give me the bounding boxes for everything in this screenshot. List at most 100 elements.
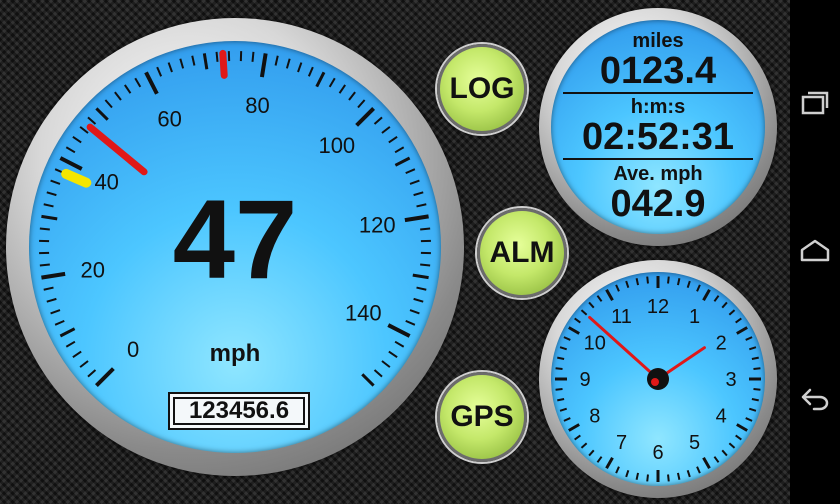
speedometer-tick bbox=[87, 369, 97, 378]
recent-apps-icon[interactable] bbox=[800, 88, 830, 118]
speedometer-tick bbox=[134, 77, 142, 88]
clock-number: 8 bbox=[589, 406, 600, 428]
clock-tick bbox=[667, 474, 670, 482]
clock-tick bbox=[596, 295, 603, 302]
clock-tick bbox=[580, 309, 588, 316]
speedometer-tick bbox=[387, 323, 411, 338]
speedometer-tick bbox=[412, 273, 429, 280]
speedometer-tick bbox=[46, 297, 57, 303]
clock-tick bbox=[555, 367, 563, 370]
clock-tick bbox=[563, 417, 571, 422]
speedometer-tick bbox=[95, 107, 109, 121]
clock-tick bbox=[748, 346, 757, 351]
speedometer-tick bbox=[381, 126, 391, 134]
speedometer-tick bbox=[191, 55, 196, 66]
speedometer-tick bbox=[420, 227, 431, 231]
speedometer-scale-label: 60 bbox=[157, 107, 181, 132]
clock-number: 5 bbox=[689, 432, 700, 454]
trip-computer-gauge: miles 0123.4 h:m:s 02:52:31 Ave. mph 042… bbox=[539, 8, 777, 246]
clock-tick bbox=[559, 346, 568, 351]
speedometer-tick bbox=[348, 91, 356, 101]
clock-number: 7 bbox=[616, 432, 627, 454]
clock-tick bbox=[635, 472, 640, 480]
clock-tick bbox=[555, 388, 563, 391]
clock-tick bbox=[557, 397, 565, 402]
clock-tick bbox=[625, 280, 630, 289]
speedometer-tick bbox=[416, 203, 427, 208]
clock-number: 12 bbox=[647, 296, 669, 318]
speedometer-tick bbox=[114, 91, 122, 101]
speedometer-tick bbox=[87, 116, 97, 125]
clock-tick bbox=[667, 276, 670, 284]
speedometer-scale-label: 140 bbox=[345, 300, 382, 325]
speedometer-tick bbox=[202, 53, 209, 70]
speedometer-tick bbox=[405, 168, 416, 175]
clock-tick bbox=[736, 423, 748, 432]
average-speed-marker bbox=[61, 168, 92, 188]
clock-tick bbox=[745, 336, 753, 341]
speedometer-tick bbox=[79, 360, 89, 368]
clock-number: 3 bbox=[725, 369, 736, 391]
clock-tick bbox=[748, 407, 757, 412]
clock-tick bbox=[559, 407, 568, 412]
speedometer-tick bbox=[124, 84, 132, 94]
clock-tick bbox=[696, 284, 701, 292]
back-icon[interactable] bbox=[800, 384, 830, 414]
speedometer-tick bbox=[251, 51, 255, 62]
clock-tick bbox=[745, 417, 753, 422]
clock-tick bbox=[728, 442, 736, 449]
clock-tick bbox=[751, 356, 759, 361]
speedometer-tick bbox=[46, 191, 57, 197]
speedometer-tick bbox=[315, 71, 326, 88]
speedometer-tick bbox=[404, 214, 429, 223]
clock-tick bbox=[702, 457, 711, 469]
max-speed-marker bbox=[219, 49, 228, 79]
speedometer-tick bbox=[285, 58, 291, 69]
clock-tick bbox=[753, 388, 761, 391]
speedometer-tick bbox=[413, 297, 424, 303]
clock-tick bbox=[596, 456, 603, 463]
speedometer-tick bbox=[355, 106, 376, 127]
speedometer-tick bbox=[357, 99, 366, 109]
clock-center-hub bbox=[647, 368, 669, 390]
odometer-display: 123456.6 bbox=[168, 392, 310, 430]
clock-tick bbox=[557, 356, 565, 361]
speedometer-tick bbox=[328, 77, 336, 88]
speedometer-tick bbox=[420, 263, 431, 267]
speedometer-tick bbox=[405, 319, 416, 326]
speedometer-tick bbox=[94, 367, 115, 388]
home-icon[interactable] bbox=[800, 236, 830, 266]
clock-tick bbox=[676, 472, 681, 480]
clock-number: 2 bbox=[716, 333, 727, 355]
speedometer-tick bbox=[409, 179, 420, 185]
speedometer-tick bbox=[394, 340, 405, 348]
average-speed-value: 042.9 bbox=[610, 183, 706, 225]
speedometer-scale-label: 20 bbox=[81, 258, 105, 283]
speedometer-tick bbox=[179, 58, 185, 69]
speedometer-scale-label: 120 bbox=[359, 212, 396, 237]
gps-button[interactable]: GPS bbox=[437, 372, 527, 462]
distance-value: 0123.4 bbox=[599, 50, 717, 92]
clock-tick bbox=[702, 289, 711, 301]
clock-tick bbox=[646, 474, 649, 482]
speedometer-tick bbox=[409, 309, 420, 315]
clock-tick bbox=[615, 284, 620, 292]
speedometer-tick bbox=[274, 55, 279, 66]
speedometer-tick bbox=[39, 263, 50, 267]
clock-tick bbox=[568, 326, 580, 335]
speedometer-tick bbox=[50, 309, 61, 315]
navigation-bar bbox=[790, 0, 840, 504]
clock-tick bbox=[696, 466, 701, 474]
clock-tick bbox=[751, 397, 759, 402]
speedometer-tick bbox=[72, 350, 82, 358]
speedometer-tick bbox=[50, 179, 61, 185]
speedometer-tick bbox=[72, 136, 82, 144]
log-button[interactable]: LOG bbox=[437, 44, 527, 134]
trip-divider-1 bbox=[563, 92, 753, 94]
speedometer-scale-label: 0 bbox=[127, 337, 139, 362]
clock-tick bbox=[713, 456, 720, 463]
speedometer-tick bbox=[65, 146, 76, 154]
speedometer-tick bbox=[394, 156, 411, 167]
speedometer-tick bbox=[54, 319, 65, 326]
speed-readout: 47 bbox=[172, 177, 298, 302]
